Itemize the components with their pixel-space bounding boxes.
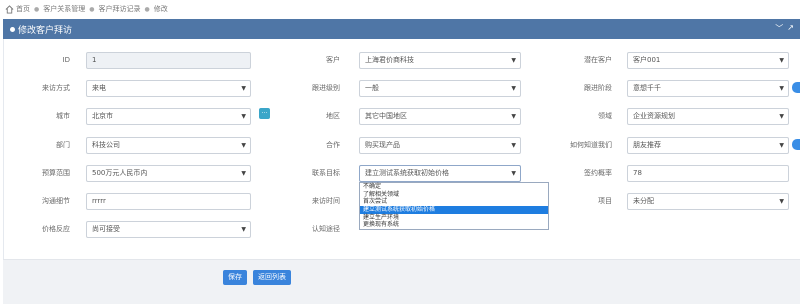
id-field: 1	[86, 52, 251, 69]
cooperation-label: 合作	[326, 141, 340, 149]
chevron-down-icon: ▼	[779, 198, 784, 205]
form-footer	[3, 259, 800, 304]
panel-header: 修改客户拜访 ﹀ ↗	[3, 19, 800, 39]
comm-detail-input[interactable]: rrrrr	[86, 193, 251, 210]
cooperation-value: 购买现产品	[365, 141, 400, 149]
area-value: 其它中国地区	[365, 112, 407, 120]
home-icon[interactable]	[5, 4, 14, 14]
prospect-label: 潜在客户	[584, 56, 612, 64]
chevron-down-icon: ▼	[779, 57, 784, 64]
city-label: 城市	[56, 112, 70, 120]
project-value: 未分配	[633, 197, 654, 205]
breadcrumb-home[interactable]: 首页	[16, 4, 30, 14]
department-value: 科技公司	[92, 141, 120, 149]
chevron-down-icon: ▼	[241, 113, 246, 120]
visit-time-label: 来访时间	[312, 197, 340, 205]
chevron-down-icon: ▼	[241, 170, 246, 177]
expand-icon[interactable]: ↗	[787, 23, 794, 34]
visit-method-label: 来访方式	[42, 84, 70, 92]
chevron-down-icon: ▼	[241, 142, 246, 149]
budget-label: 预算范围	[42, 169, 70, 177]
how-known-value: 朋友推荐	[633, 141, 661, 149]
chevron-down-icon: ▼	[511, 57, 516, 64]
save-button[interactable]: 保存	[223, 270, 247, 285]
city-lookup-button[interactable]: ...	[259, 108, 270, 119]
visit-method-value: 来电	[92, 84, 106, 92]
breadcrumb-visit-records[interactable]: 客户拜访记录	[99, 4, 141, 14]
sign-rate-input[interactable]: 78	[627, 165, 789, 182]
contact-goal-select[interactable]: 建立测试系统获取初始价格 ▼	[359, 165, 521, 182]
chevron-down-icon: ▼	[241, 226, 246, 233]
breadcrumb-current: 修改	[153, 5, 168, 13]
dropdown-option[interactable]: 不确定	[360, 183, 548, 191]
contact-goal-value: 建立测试系统获取初始价格	[365, 169, 449, 177]
chevron-down-icon: ▼	[241, 85, 246, 92]
contact-goal-label: 联系目标	[312, 169, 340, 177]
follow-stage-value: 意想千千	[633, 84, 661, 92]
department-label: 部门	[56, 141, 70, 149]
domain-value: 企业资源规划	[633, 112, 675, 120]
follow-stage-label: 跟进阶段	[584, 84, 612, 92]
side-handle[interactable]	[792, 82, 800, 93]
panel-icon	[10, 26, 15, 32]
domain-label: 领域	[598, 112, 612, 120]
breadcrumb-separator: ●	[89, 5, 95, 13]
how-known-select[interactable]: 朋友推荐 ▼	[627, 137, 789, 154]
chevron-down-icon: ▼	[779, 85, 784, 92]
cognitive-path-label: 认知途径	[312, 225, 340, 233]
department-select[interactable]: 科技公司 ▼	[86, 137, 251, 154]
customer-value: 上海君价商科技	[365, 56, 414, 64]
id-label: ID	[62, 56, 70, 64]
follow-stage-select[interactable]: 意想千千 ▼	[627, 80, 789, 97]
dropdown-option[interactable]: 首次尝试	[360, 198, 548, 206]
dropdown-option-selected[interactable]: 建立测试系统获取初始价格	[360, 206, 548, 214]
project-select[interactable]: 未分配 ▼	[627, 193, 789, 210]
prospect-select[interactable]: 客户001 ▼	[627, 52, 789, 69]
chevron-down-icon: ▼	[511, 170, 516, 177]
follow-level-label: 跟进级别	[312, 84, 340, 92]
sign-rate-label: 签约概率	[584, 169, 612, 177]
follow-level-value: 一般	[365, 84, 379, 92]
chevron-down-icon: ▼	[779, 142, 784, 149]
visit-method-select[interactable]: 来电 ▼	[86, 80, 251, 97]
follow-level-select[interactable]: 一般 ▼	[359, 80, 521, 97]
city-value: 北京市	[92, 112, 113, 120]
panel-title: 修改客户拜访	[18, 25, 73, 36]
breadcrumb-crm[interactable]: 客户关系管理	[43, 4, 85, 14]
how-known-label: 如何知道我们	[570, 141, 612, 149]
price-reaction-label: 价格反应	[42, 225, 70, 233]
comm-detail-label: 沟通细节	[42, 197, 70, 205]
city-select[interactable]: 北京市 ▼	[86, 108, 251, 125]
chevron-down-icon: ▼	[511, 113, 516, 120]
dropdown-option[interactable]: 了解相关领域	[360, 191, 548, 199]
cooperation-select[interactable]: 购买现产品 ▼	[359, 137, 521, 154]
chevron-down-icon: ▼	[511, 85, 516, 92]
area-label: 地区	[326, 112, 340, 120]
breadcrumb-separator: ●	[34, 5, 40, 13]
customer-select[interactable]: 上海君价商科技 ▼	[359, 52, 521, 69]
contact-goal-dropdown[interactable]: 不确定 了解相关领域 首次尝试 建立测试系统获取初始价格 建立生产环境 更换现有…	[359, 182, 549, 231]
customer-label: 客户	[326, 56, 340, 64]
domain-select[interactable]: 企业资源规划 ▼	[627, 108, 789, 125]
chevron-down-icon: ▼	[779, 113, 784, 120]
breadcrumb: 首页 ● 客户关系管理 ● 客户拜访记录 ● 修改	[0, 0, 800, 18]
area-select[interactable]: 其它中国地区 ▼	[359, 108, 521, 125]
dropdown-option[interactable]: 更换现有系统	[360, 221, 548, 229]
chevron-down-icon: ▼	[511, 142, 516, 149]
back-to-list-button[interactable]: 返回列表	[253, 270, 291, 285]
prospect-value: 客户001	[633, 56, 661, 64]
side-handle[interactable]	[792, 139, 800, 150]
project-label: 项目	[598, 197, 612, 205]
breadcrumb-separator: ●	[144, 5, 150, 13]
budget-value: 500万元人民币内	[92, 169, 148, 177]
price-reaction-value: 尚可接受	[92, 225, 120, 233]
collapse-icon[interactable]: ﹀	[775, 23, 783, 34]
budget-select[interactable]: 500万元人民币内 ▼	[86, 165, 251, 182]
price-reaction-select[interactable]: 尚可接受 ▼	[86, 221, 251, 238]
